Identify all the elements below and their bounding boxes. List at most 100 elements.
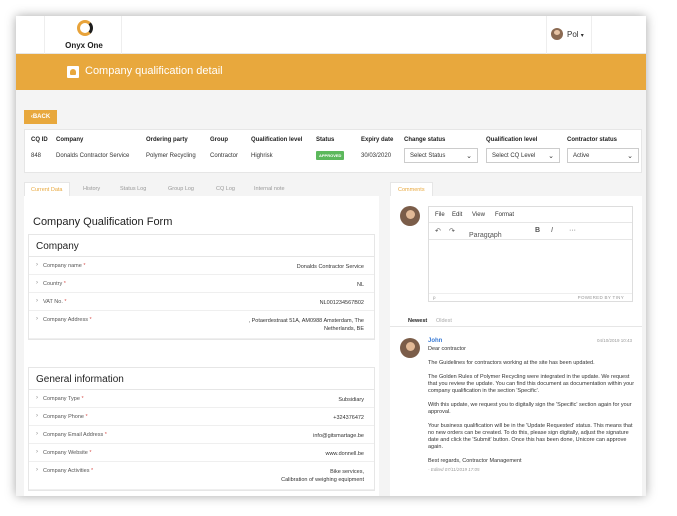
field-value: NL bbox=[356, 282, 364, 288]
logo-mark-icon bbox=[77, 20, 93, 36]
top-header: Onyx One Pol ▾ bbox=[16, 16, 646, 54]
comment-paragraph: With this update, we request you to digi… bbox=[428, 402, 632, 415]
avatar bbox=[400, 206, 420, 226]
contractor-status-value: Active bbox=[573, 153, 590, 159]
redo-icon[interactable]: ↷ bbox=[449, 227, 455, 235]
field-value: Subsidiary bbox=[338, 397, 364, 403]
cell-group: Contractor bbox=[210, 153, 239, 159]
chevron-down-icon: ⌄ bbox=[548, 153, 554, 160]
menu-edit[interactable]: Edit bbox=[452, 212, 462, 218]
user-menu[interactable]: Pol ▾ bbox=[546, 16, 592, 54]
field-value: +324376472 bbox=[333, 415, 364, 421]
avatar bbox=[400, 338, 420, 358]
address-line-1: , Potaerdestraat 51A, AM0988 Amsterdam, … bbox=[248, 318, 364, 324]
bold-button[interactable]: B bbox=[535, 227, 540, 234]
comment-body: Dear contractor The Guidelines for contr… bbox=[428, 346, 638, 473]
tab-current-data[interactable]: Current Data bbox=[24, 182, 70, 196]
header-qualification-level-2: Qualification level bbox=[486, 137, 538, 143]
comment-paragraph: The Golden Rules of Polymer Recycling we… bbox=[428, 374, 635, 394]
user-icon bbox=[67, 66, 79, 78]
element-path: p bbox=[433, 295, 436, 300]
cell-expiry-date: 30/03/2020 bbox=[361, 153, 392, 159]
form-row[interactable]: Company Activities * Bike services, Cali… bbox=[29, 462, 374, 490]
comment-date: 04/10/2019 10:43 bbox=[596, 338, 632, 343]
more-options-icon[interactable]: ··· bbox=[569, 227, 576, 234]
logo-text: Onyx One bbox=[65, 41, 103, 50]
sort-newest[interactable]: Newest bbox=[408, 318, 427, 324]
field-label: Country bbox=[43, 281, 63, 287]
italic-button[interactable]: I bbox=[551, 227, 553, 234]
change-status-value: Select Status bbox=[410, 153, 446, 159]
field-label: Company Address bbox=[43, 317, 88, 323]
menu-format[interactable]: Format bbox=[495, 212, 514, 218]
chevron-down-icon: ▾ bbox=[580, 33, 584, 39]
qualification-form-panel: Company Qualification Form Company Compa… bbox=[24, 196, 379, 496]
menu-view[interactable]: View bbox=[472, 212, 485, 218]
comment-editor[interactable]: File Edit View Format ↶ ↷ Paragraph ⌄ B … bbox=[428, 206, 633, 302]
chevron-down-icon: ⌄ bbox=[487, 233, 493, 240]
qualification-summary-table: CQ ID Company Ordering party Group Quali… bbox=[24, 129, 642, 173]
tab-internal-note[interactable]: Internal note bbox=[248, 182, 291, 196]
general-information-section: General information Company Type * Subsi… bbox=[28, 367, 375, 491]
form-row[interactable]: Country * NL bbox=[29, 275, 374, 293]
comment-author[interactable]: John bbox=[428, 338, 442, 344]
form-title: Company Qualification Form bbox=[33, 216, 173, 228]
tab-status-log[interactable]: Status Log bbox=[114, 182, 152, 196]
menu-file[interactable]: File bbox=[435, 212, 445, 218]
logo[interactable]: Onyx One bbox=[44, 16, 122, 54]
tab-group-log[interactable]: Group Log bbox=[162, 182, 200, 196]
back-button-label: BACK bbox=[32, 114, 51, 120]
form-row[interactable]: Company Type * Subsidiary bbox=[29, 390, 374, 408]
qualification-level-value: Select CQ Level bbox=[492, 153, 536, 159]
field-value: info@gitsmartage.be bbox=[313, 433, 364, 439]
tab-comments[interactable]: Comments bbox=[390, 182, 433, 196]
paragraph-label: Paragraph bbox=[469, 232, 502, 239]
header-contractor-status: Contractor status bbox=[567, 137, 618, 143]
cell-cq-id: 848 bbox=[31, 153, 42, 159]
activities-line-2: Calibration of weighing equipment bbox=[281, 477, 364, 483]
form-row[interactable]: VAT No. * NL001234567B02 bbox=[29, 293, 374, 311]
comment-edited-note: - Edited 07/11/2019 17:05 bbox=[428, 467, 480, 472]
header-change-status: Change status bbox=[404, 137, 446, 143]
field-value: , Potaerdestraat 51A, AM0988 Amsterdam, … bbox=[249, 317, 364, 333]
page-header-band: Company qualification detail bbox=[16, 54, 646, 90]
chevron-down-icon: ⌄ bbox=[466, 153, 472, 160]
section-title: General information bbox=[29, 368, 374, 390]
contractor-status-select[interactable]: Active ⌄ bbox=[567, 148, 639, 163]
form-row[interactable]: Company Address * , Potaerdestraat 51A, … bbox=[29, 311, 374, 339]
detail-tabs: Current Data History Status Log Group Lo… bbox=[24, 182, 379, 196]
form-row[interactable]: Company Website * www.donnell.be bbox=[29, 444, 374, 462]
header-company: Company bbox=[56, 137, 84, 143]
sort-oldest[interactable]: Oldest bbox=[436, 318, 452, 324]
form-row[interactable]: Company Email Address * info@gitsmartage… bbox=[29, 426, 374, 444]
comment-paragraph: Dear contractor bbox=[428, 346, 466, 352]
editor-toolbar: ↶ ↷ Paragraph ⌄ B I ··· bbox=[429, 223, 632, 240]
field-label: Company Type bbox=[43, 396, 80, 402]
comments-panel: File Edit View Format ↶ ↷ Paragraph ⌄ B … bbox=[390, 196, 642, 496]
chevron-down-icon: ⌄ bbox=[627, 153, 633, 160]
field-label: Company Email Address bbox=[43, 432, 104, 438]
field-label: VAT No. bbox=[43, 299, 63, 305]
field-label: Company Activities bbox=[43, 468, 90, 474]
tab-cq-log[interactable]: CQ Log bbox=[210, 182, 241, 196]
cell-company: Donalds Contractor Service bbox=[56, 153, 130, 159]
field-value: NL001234567B02 bbox=[319, 300, 364, 306]
form-row[interactable]: Company Phone * +324376472 bbox=[29, 408, 374, 426]
back-button[interactable]: ‹BACK bbox=[24, 110, 57, 124]
cell-qualification-level: Highrisk bbox=[251, 153, 273, 159]
section-title: Company bbox=[29, 235, 374, 257]
qualification-level-select[interactable]: Select CQ Level ⌄ bbox=[486, 148, 560, 163]
change-status-select[interactable]: Select Status ⌄ bbox=[404, 148, 478, 163]
form-row[interactable]: Company name * Donalds Contractor Servic… bbox=[29, 257, 374, 275]
comment-paragraph: The Guidelines for contractors working a… bbox=[428, 360, 595, 366]
field-label: Company name bbox=[43, 263, 82, 269]
activities-line-1: Bike services, bbox=[330, 469, 364, 475]
comment-sort-tabs: Newest Oldest bbox=[390, 315, 642, 327]
comment-paragraph: Your business qualification will be in t… bbox=[428, 423, 633, 450]
header-qualification-level: Qualification level bbox=[251, 137, 303, 143]
company-section: Company Company name * Donalds Contracto… bbox=[28, 234, 375, 340]
undo-icon[interactable]: ↶ bbox=[435, 227, 441, 235]
tab-history[interactable]: History bbox=[77, 182, 106, 196]
header-status: Status bbox=[316, 137, 335, 143]
field-value: Donalds Contractor Service bbox=[296, 264, 364, 270]
